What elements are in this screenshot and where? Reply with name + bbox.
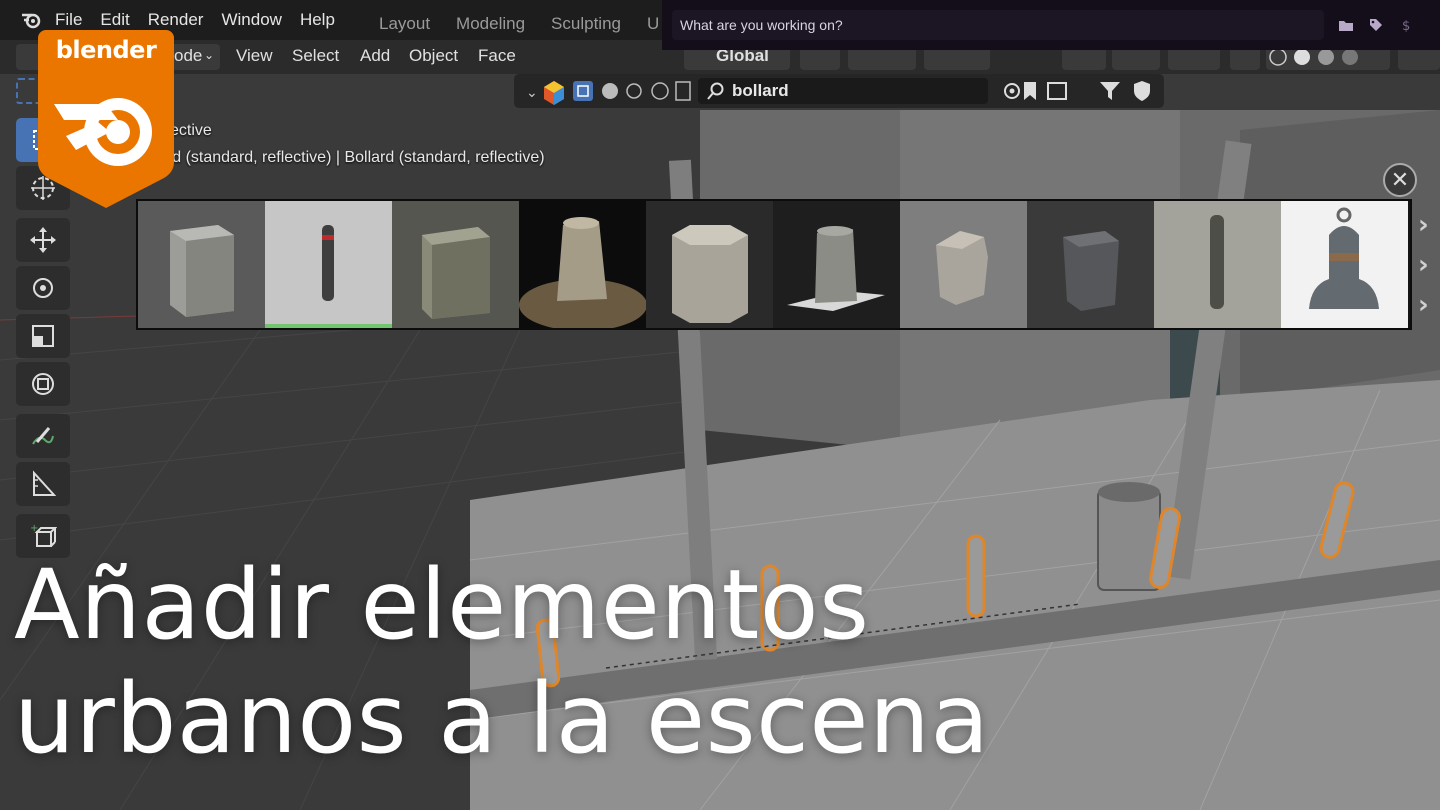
tab-layout[interactable]: Layout <box>366 4 443 44</box>
workspace-tabs: Layout Modeling Sculpting U <box>366 4 672 44</box>
asset-thumbnail[interactable] <box>1281 201 1408 328</box>
asset-thumbnail[interactable] <box>1027 201 1154 328</box>
asset-thumbnail-strip <box>136 199 1412 330</box>
menu-window[interactable]: Window <box>212 0 290 40</box>
asset-thumbnail[interactable] <box>392 201 519 328</box>
asset-thumbnail[interactable] <box>900 201 1027 328</box>
asset-thumbnail[interactable] <box>519 201 646 328</box>
move-icon[interactable] <box>16 218 70 262</box>
chevron-right-icon[interactable]: › <box>1418 285 1440 325</box>
chevron-right-icon[interactable]: › <box>1418 245 1440 285</box>
object-name-label: ard (standard, reflective) | Bollard (st… <box>158 149 545 166</box>
close-icon[interactable]: ✕ <box>1383 163 1417 197</box>
shield-icon[interactable] <box>1130 79 1152 103</box>
asset-thumbnail[interactable] <box>646 201 773 328</box>
menu-face[interactable]: Face <box>478 46 516 66</box>
menu-help[interactable]: Help <box>291 0 344 40</box>
blender-logo-badge: blender <box>38 30 174 210</box>
measure-icon[interactable] <box>16 462 70 506</box>
asset-thumbnail[interactable] <box>138 201 265 328</box>
tag-icon[interactable] <box>1368 17 1384 33</box>
chevron-right-icon[interactable]: › <box>1418 205 1440 245</box>
work-panel: What are you working on? $ <box>662 0 1440 50</box>
chevron-down-icon: ⌄ <box>204 48 215 62</box>
filter-dropdown[interactable] <box>1086 79 1126 103</box>
svg-text:$: $ <box>1402 19 1410 33</box>
transform-icon[interactable] <box>16 362 70 406</box>
caption-line-2: urbanos a la escena <box>14 663 990 775</box>
caption-line-1: Añadir elementos <box>14 549 870 661</box>
asset-thumbnail[interactable] <box>773 201 900 328</box>
menu-select[interactable]: Select <box>292 46 339 66</box>
title-caption: Añadir elementos urbanos a la escena <box>14 548 990 776</box>
asset-type-icon[interactable] <box>540 79 564 103</box>
mode-label: ode <box>174 46 203 65</box>
dollar-icon[interactable]: $ <box>1398 17 1414 33</box>
asset-thumbnail-selected[interactable] <box>265 201 392 328</box>
tab-sculpting[interactable]: Sculpting <box>538 4 634 44</box>
asset-search-input[interactable]: bollard <box>698 78 988 104</box>
scale-icon[interactable] <box>16 314 70 358</box>
blender-wordmark: blender <box>55 36 157 64</box>
view-perspective-label: ective <box>170 122 212 139</box>
search-query: bollard <box>732 81 789 100</box>
svg-text:+: + <box>30 523 38 534</box>
menu-view[interactable]: View <box>236 46 273 66</box>
menu-add[interactable]: Add <box>360 46 390 66</box>
strip-scroll-arrows[interactable]: › › › <box>1418 205 1440 325</box>
search-icon <box>707 82 724 100</box>
svg-text:⌄: ⌄ <box>526 85 538 101</box>
tab-modeling[interactable]: Modeling <box>443 4 538 44</box>
rotate-icon[interactable] <box>16 266 70 310</box>
annotate-icon[interactable] <box>16 414 70 458</box>
asset-thumbnail[interactable] <box>1154 201 1281 328</box>
work-input[interactable]: What are you working on? <box>672 10 1324 40</box>
menu-object[interactable]: Object <box>409 46 458 66</box>
folder-icon[interactable] <box>1338 17 1354 33</box>
